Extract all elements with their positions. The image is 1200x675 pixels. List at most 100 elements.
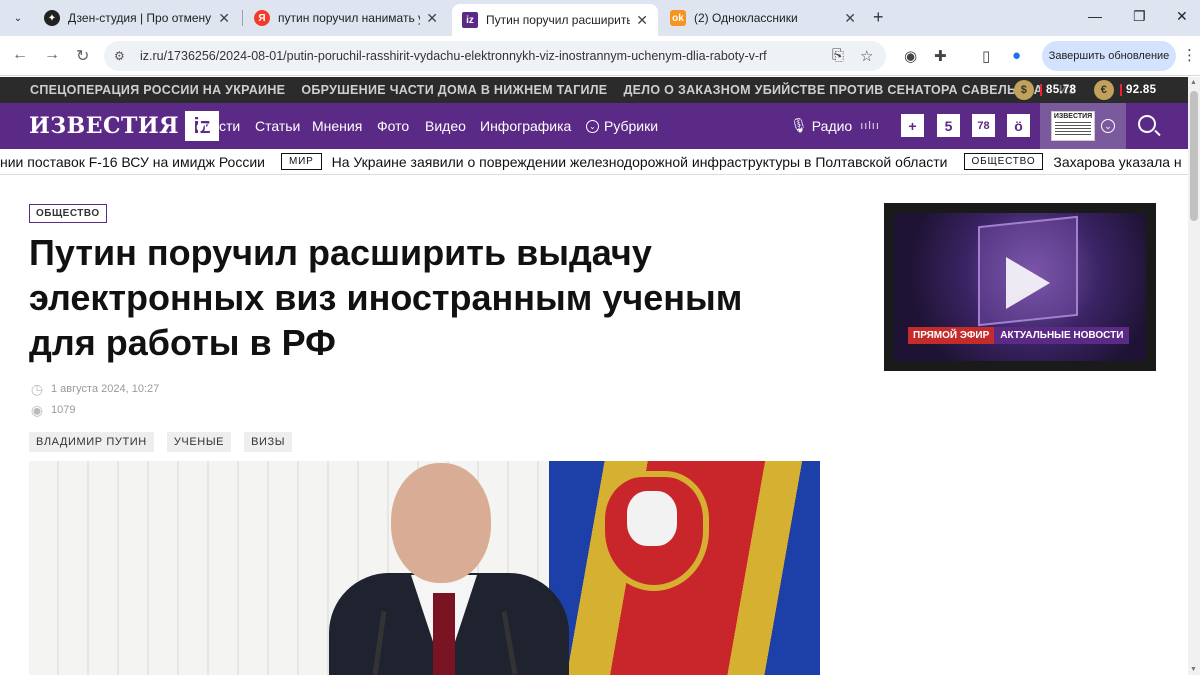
tab-title: путин поручил нанимать учен <box>278 11 420 25</box>
live-banner: ПРЯМОЙ ЭФИР АКТУАЛЬНЫЕ НОВОСТИ <box>908 327 1130 344</box>
nav-opinions[interactable]: Мнения <box>312 118 362 134</box>
logo-word: ИЗВЕСТИЯ <box>29 113 180 139</box>
clock-icon: ◷ <box>30 380 44 397</box>
page-scrollbar[interactable]: ▲ ▼ <box>1188 77 1200 675</box>
news-ticker: нии поставок F-16 ВСУ на имидж России ми… <box>0 149 1188 175</box>
restore-icon[interactable]: ❐ <box>1133 8 1146 25</box>
microphone-icon: 🎙 <box>790 117 808 133</box>
article-date: ◷ 1 августа 2024, 10:27 <box>29 381 159 397</box>
eur-rate: € 92.85 <box>1094 80 1156 100</box>
video-screen: ПРЯМОЙ ЭФИР АКТУАЛЬНЫЕ НОВОСТИ <box>894 213 1146 361</box>
radio-label: Радио <box>811 117 853 134</box>
side-panel-icon[interactable]: ▯ <box>982 47 990 65</box>
close-window-icon[interactable]: ✕ <box>1176 8 1188 25</box>
issue-label: ИЗВЕСТИЯ <box>1053 113 1093 120</box>
nav-rubrics[interactable]: ⌄ Рубрики <box>586 118 658 134</box>
hot-topic-link[interactable]: ДЕЛО О ЗАКАЗНОМ УБИЙСТВЕ ПРОТИВ СЕНАТОРА… <box>623 83 1043 97</box>
radio-link[interactable]: 🎙 Радио ıılıı <box>790 117 880 134</box>
close-tab-icon[interactable]: ✕ <box>426 10 438 27</box>
extensions-puzzle-icon[interactable]: ✚ <box>934 47 947 65</box>
channel-plus-icon[interactable]: + <box>901 114 924 137</box>
bookmark-star-icon[interactable]: ☆ <box>860 47 873 65</box>
ticker-item[interactable]: На Украине заявили о повреждении железно… <box>332 154 948 170</box>
play-icon[interactable] <box>1006 257 1050 309</box>
ticker-item[interactable]: нии поставок F-16 ВСУ на имидж России <box>0 154 265 170</box>
article-tags: ВЛАДИМИР ПУТИН УЧЕНЫЕ ВИЗЫ <box>29 432 305 452</box>
tag-putin[interactable]: ВЛАДИМИР ПУТИН <box>29 432 154 452</box>
tab-title: (2) Одноклассники <box>694 11 798 25</box>
finish-update-button[interactable]: Завершить обновление <box>1042 41 1176 71</box>
tag-scientists[interactable]: УЧЕНЫЕ <box>166 432 232 452</box>
nav-rubrics-label: Рубрики <box>604 118 659 134</box>
hot-topics-strip: СПЕЦОПЕРАЦИЯ РОССИИ НА УКРАИНЕ ОБРУШЕНИЕ… <box>0 77 1188 103</box>
usd-rate-value: 85.78 <box>1046 84 1077 96</box>
print-issue-button[interactable]: ИЗВЕСТИЯ ⌄ <box>1040 103 1126 149</box>
browser-tab-bar: ⌄ ✦ Дзен-студия | Про отмену ЕГЭ ✕ Я пут… <box>0 0 1200 36</box>
tab-title: Путин поручил расширить вы <box>486 13 631 27</box>
minimize-icon[interactable]: — <box>1088 8 1102 24</box>
article-headline: Путин поручил расширить выдачу электронн… <box>29 232 743 363</box>
close-tab-icon[interactable]: ✕ <box>636 12 648 29</box>
install-app-icon[interactable]: ⎘ <box>832 47 844 64</box>
article-views: ◉ 1079 <box>29 401 76 418</box>
live-label: ПРЯМОЙ ЭФИР <box>908 327 995 344</box>
scrollbar-thumb[interactable] <box>1190 91 1198 221</box>
channel-5-icon[interactable]: 5 <box>937 114 960 137</box>
dzen-icon: ✦ <box>44 10 60 26</box>
new-tab-icon[interactable]: + <box>873 7 884 28</box>
ticker-badge[interactable]: мир <box>280 153 322 170</box>
eur-rate-value: 92.85 <box>1126 84 1157 96</box>
browser-tab-ok[interactable]: ok (2) Одноклассники ✕ <box>660 4 866 32</box>
yandex-icon: Я <box>254 10 270 26</box>
radio-waves-icon: ıılıı <box>860 119 880 132</box>
address-bar[interactable]: ⚙ iz.ru/1736256/2024-08-01/putin-poruchi… <box>104 41 886 71</box>
url-text: iz.ru/1736256/2024-08-01/putin-poruchil-… <box>140 49 767 63</box>
ticker-item[interactable]: Захарова указала н <box>1053 154 1181 170</box>
ticker-badge[interactable]: общество <box>963 153 1044 170</box>
menu-kebab-icon[interactable]: ⋮ <box>1182 46 1197 64</box>
tab-search-chevron-icon[interactable]: ⌄ <box>8 8 28 28</box>
usd-rate: $ 85.78 <box>1014 80 1076 100</box>
article-hero-image <box>29 461 820 675</box>
chevron-circle-icon: ⌄ <box>586 119 599 133</box>
hot-topic-link[interactable]: ОБРУШЕНИЕ ЧАСТИ ДОМА В НИЖНЕМ ТАГИЛЕ <box>301 83 607 97</box>
speaker-figure <box>329 463 569 675</box>
live-video-player[interactable]: ПРЯМОЙ ЭФИР АКТУАЛЬНЫЕ НОВОСТИ <box>884 203 1156 371</box>
browser-tab-izvestia[interactable]: iz Путин поручил расширить вы ✕ <box>452 4 658 36</box>
close-tab-icon[interactable]: ✕ <box>844 10 856 27</box>
chevron-down-icon: ⌄ <box>1101 119 1115 133</box>
forward-icon[interactable]: → <box>44 46 60 64</box>
profile-icon[interactable]: ● <box>1012 47 1021 64</box>
article-date-text: 1 августа 2024, 10:27 <box>51 383 160 395</box>
scroll-up-icon[interactable]: ▲ <box>1190 79 1197 86</box>
ok-icon: ok <box>670 10 686 26</box>
nav-video[interactable]: Видео <box>425 118 466 134</box>
article-rubric[interactable]: ОБЩЕСТВО <box>29 204 107 223</box>
tag-visas[interactable]: ВИЗЫ <box>244 432 293 452</box>
close-tab-icon[interactable]: ✕ <box>218 10 230 27</box>
browser-tab-dzen[interactable]: ✦ Дзен-студия | Про отмену ЕГЭ ✕ <box>34 4 240 32</box>
iz-icon: iz <box>462 12 478 28</box>
nav-photo[interactable]: Фото <box>377 118 409 134</box>
channel-fifth-icon[interactable]: ö <box>1007 114 1030 137</box>
article-views-count: 1079 <box>51 404 76 416</box>
eye-icon: ◉ <box>30 401 44 418</box>
scroll-down-icon[interactable]: ▼ <box>1190 666 1197 673</box>
channel-78-icon[interactable]: 78 <box>972 114 995 137</box>
euro-icon: € <box>1094 80 1114 100</box>
site-info-icon[interactable]: ⚙ <box>114 49 130 63</box>
browser-tab-yandex[interactable]: Я путин поручил нанимать учен ✕ <box>244 4 448 32</box>
site-navigation: ИЗВЕСТИЯ iz Новости Статьи Мнения Фото В… <box>0 103 1188 149</box>
back-icon[interactable]: ← <box>12 46 28 64</box>
nav-infographics[interactable]: Инфографика <box>480 118 571 134</box>
news-label: АКТУАЛЬНЫЕ НОВОСТИ <box>994 327 1130 344</box>
tab-title: Дзен-студия | Про отмену ЕГЭ <box>68 11 212 25</box>
nav-articles[interactable]: Статьи <box>255 118 300 134</box>
hot-topic-link[interactable]: СПЕЦОПЕРАЦИЯ РОССИИ НА УКРАИНЕ <box>30 83 285 97</box>
browser-toolbar: ← → ↻ ⚙ iz.ru/1736256/2024-08-01/putin-p… <box>0 36 1200 76</box>
nav-news[interactable]: Новости <box>186 118 240 134</box>
search-icon[interactable] <box>1138 115 1156 133</box>
dollar-icon: $ <box>1014 80 1034 100</box>
reload-icon[interactable]: ↻ <box>76 46 89 66</box>
extension-icon[interactable]: ◉ <box>904 47 917 65</box>
